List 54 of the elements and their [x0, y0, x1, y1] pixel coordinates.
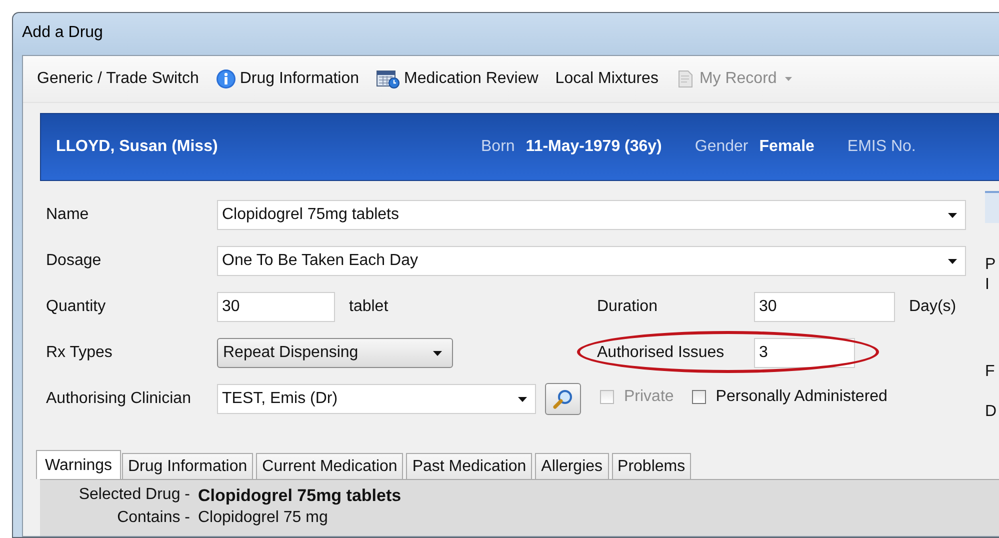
- name-combo[interactable]: Clopidogrel 75mg tablets: [217, 200, 966, 230]
- dropdown-arrow-icon: [518, 396, 527, 402]
- toolbar-button[interactable]: Drug Information: [216, 67, 360, 91]
- rx-type-dropdown[interactable]: Repeat Dispensing: [217, 338, 453, 368]
- tab[interactable]: Current Medication: [256, 453, 404, 479]
- field-label: Duration: [597, 298, 658, 316]
- calendar-icon: [376, 69, 400, 89]
- caret-icon: [784, 77, 792, 81]
- tab[interactable]: Past Medication: [406, 453, 532, 479]
- field-label: Dosage: [46, 252, 102, 270]
- search-button[interactable]: [545, 383, 581, 415]
- field-label: Name: [46, 206, 90, 224]
- field-label: Quantity: [46, 298, 107, 316]
- tab[interactable]: Allergies: [535, 453, 609, 479]
- toolbar-button[interactable]: Generic / Trade Switch: [37, 68, 199, 90]
- unit-label: tablet: [349, 298, 388, 316]
- field-label: Authorised Issues: [597, 344, 726, 362]
- dropdown-arrow-icon: [948, 212, 957, 218]
- side-panel-header: [985, 191, 999, 223]
- side-panel-text: P: [985, 255, 997, 275]
- checkbox[interactable]: [692, 390, 706, 404]
- tab[interactable]: Drug Information: [122, 453, 254, 479]
- duration-field[interactable]: 30: [754, 292, 895, 322]
- checkbox-label: Private: [624, 388, 674, 406]
- field-label: Authorising Clinician: [46, 390, 192, 408]
- patient-name: LLOYD, Susan (Miss): [56, 138, 219, 156]
- field-value: Female: [759, 138, 814, 156]
- tab[interactable]: Warnings: [36, 450, 121, 479]
- field-label: Gender: [694, 138, 748, 156]
- side-panel-text: I: [985, 275, 990, 295]
- info-icon: [216, 69, 236, 89]
- toolbar-button[interactable]: Medication Review: [376, 67, 538, 91]
- unit-label: Day(s): [909, 298, 956, 316]
- checkbox-label: Personally Administered: [716, 388, 888, 406]
- side-panel-text: F: [985, 362, 996, 382]
- dropdown-arrow-icon: [433, 350, 442, 356]
- quantity-field[interactable]: 30: [217, 292, 335, 322]
- authorised-issues-field[interactable]: 3: [754, 338, 855, 368]
- field-label: Rx Types: [46, 344, 114, 362]
- field-label: Born: [481, 138, 515, 156]
- tab[interactable]: Problems: [612, 453, 692, 479]
- field-label: EMIS No.: [847, 138, 916, 156]
- dropdown-arrow-icon: [948, 258, 957, 264]
- warning-value: Clopidogrel 75mg tablets: [198, 486, 402, 506]
- dosage-combo[interactable]: One To Be Taken Each Day: [217, 246, 966, 276]
- toolbar-button[interactable]: Local Mixtures: [555, 68, 658, 90]
- clinician-combo[interactable]: TEST, Emis (Dr): [217, 384, 536, 414]
- search-icon: [552, 388, 574, 410]
- field-value: 11-May-1979 (36y): [526, 138, 662, 156]
- warning-label: Contains -: [116, 509, 191, 527]
- side-panel-text: D: [985, 402, 998, 422]
- warning-label: Selected Drug -: [78, 486, 191, 505]
- warning-value: Clopidogrel 75 mg: [198, 509, 329, 527]
- window-title: Add a Drug: [22, 24, 103, 42]
